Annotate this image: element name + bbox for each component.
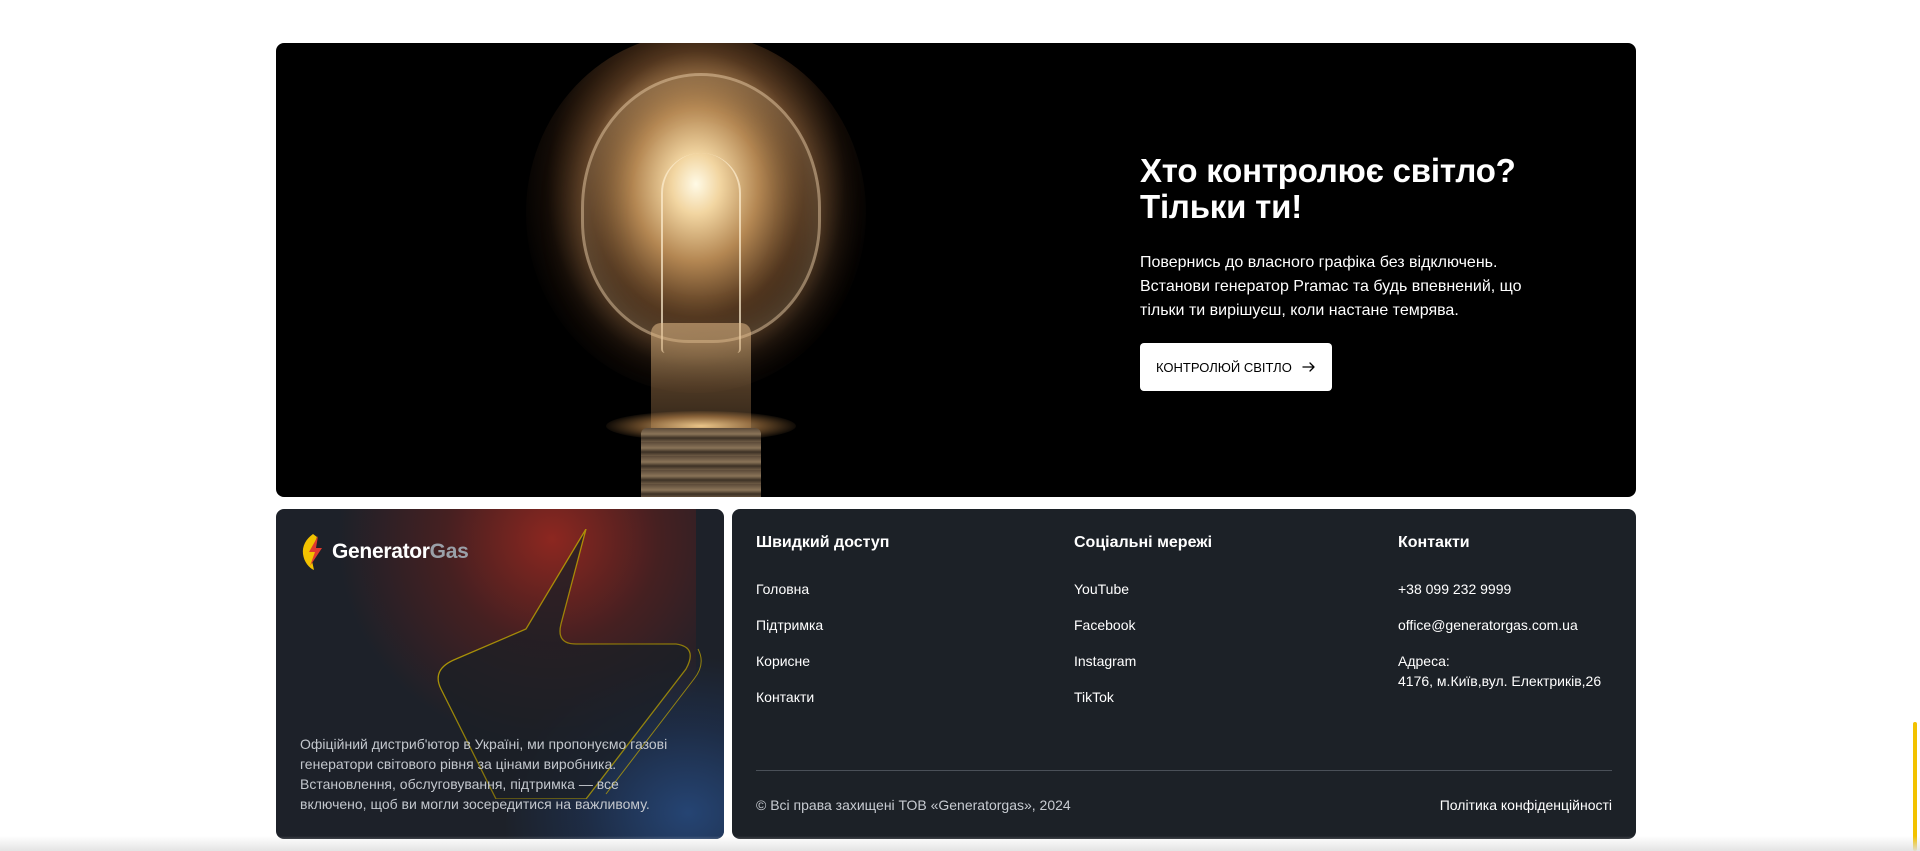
hero-description-line: Встанови генератор Pramac та будь впевне… (1140, 278, 1522, 295)
social-title: Соціальні мережі (1074, 534, 1213, 551)
contact-address: Адреса: 4176, м.Київ,вул. Електриків,26 (1398, 651, 1601, 691)
social-list: YouTube Facebook Instagram TikTok (1074, 579, 1212, 707)
quick-access-list: Головна Підтримка Корисне Контакти (756, 579, 889, 707)
generatorgas-logo[interactable]: GeneratorGas (300, 533, 469, 571)
brand-description-line: Офіційний дистриб'ютор в Україні, ми про… (300, 736, 668, 752)
contact-phone-link[interactable]: +38 099 232 9999 (1398, 579, 1601, 599)
brand-description-line: включено, щоб ви могли зосередитися на в… (300, 796, 650, 812)
hero-description-line: Повернись до власного графіка без відклю… (1140, 254, 1498, 271)
hero-title: Хто контролює світло? Тільки ти! (1140, 153, 1560, 225)
bulb-base (641, 428, 761, 497)
contacts-list: +38 099 232 9999 office@generatorgas.com… (1398, 579, 1601, 691)
footer-link-support[interactable]: Підтримка (756, 615, 889, 635)
brand-description-line: генератори світового рівня за цінами вир… (300, 756, 617, 772)
quick-access-title: Швидкий доступ (756, 534, 890, 551)
social-link-tiktok[interactable]: TikTok (1074, 687, 1212, 707)
brand-card: GeneratorGas Офіційний дистриб'ютор в Ук… (276, 509, 724, 839)
scroll-indicator[interactable] (1913, 722, 1917, 851)
hero-description: Повернись до власного графіка без відклю… (1140, 251, 1560, 323)
social-link-facebook[interactable]: Facebook (1074, 615, 1212, 635)
privacy-policy-link[interactable]: Політика конфіденційності (1440, 795, 1612, 815)
social-link-youtube[interactable]: YouTube (1074, 579, 1212, 599)
quick-access-column: Швидкий доступ Головна Підтримка Корисне… (756, 533, 889, 723)
brand-description-line: Встановлення, обслуговування, підтримка … (300, 776, 619, 792)
light-bulb-image (486, 43, 916, 497)
brand-description: Офіційний дистриб'ютор в Україні, ми про… (300, 734, 705, 814)
footer-divider (756, 770, 1612, 771)
contact-email-link[interactable]: office@generatorgas.com.ua (1398, 615, 1601, 635)
hero-description-line: тільки ти вирішуєш, коли настане темрява… (1140, 302, 1459, 319)
bottom-shadow (0, 836, 1920, 851)
contacts-column: Контакти +38 099 232 9999 office@generat… (1398, 533, 1601, 707)
logo-text-part: Gas (429, 540, 469, 563)
copyright-text: © Всі права захищені ТОВ «Generatorgas»,… (756, 797, 1071, 813)
footer-links-card: Швидкий доступ Головна Підтримка Корисне… (732, 509, 1636, 839)
arrow-right-icon (1302, 362, 1315, 372)
footer-link-home[interactable]: Головна (756, 579, 889, 599)
control-light-button[interactable]: КОНТРОЛЮЙ СВІТЛО (1140, 343, 1332, 391)
address-value: 4176, м.Київ,вул. Електриків,26 (1398, 673, 1602, 689)
logo-text-part: Generator (332, 540, 430, 563)
social-link-instagram[interactable]: Instagram (1074, 651, 1212, 671)
contacts-title: Контакти (1398, 534, 1470, 551)
hero-content: Хто контролює світло? Тільки ти! Поверни… (1140, 153, 1560, 391)
hero-title-line: Тільки ти! (1140, 188, 1302, 225)
cta-label: КОНТРОЛЮЙ СВІТЛО (1156, 359, 1292, 375)
page: Хто контролює світло? Тільки ти! Поверни… (0, 0, 1920, 851)
social-column: Соціальні мережі YouTube Facebook Instag… (1074, 533, 1212, 723)
footer-link-useful[interactable]: Корисне (756, 651, 889, 671)
address-label: Адреса: (1398, 653, 1450, 669)
lightning-bolt-icon (302, 534, 322, 570)
hero-title-line: Хто контролює світло? (1140, 152, 1516, 189)
hero-banner: Хто контролює світло? Тільки ти! Поверни… (276, 43, 1636, 497)
footer-link-contacts[interactable]: Контакти (756, 687, 889, 707)
logo-text: GeneratorGas (332, 540, 469, 564)
